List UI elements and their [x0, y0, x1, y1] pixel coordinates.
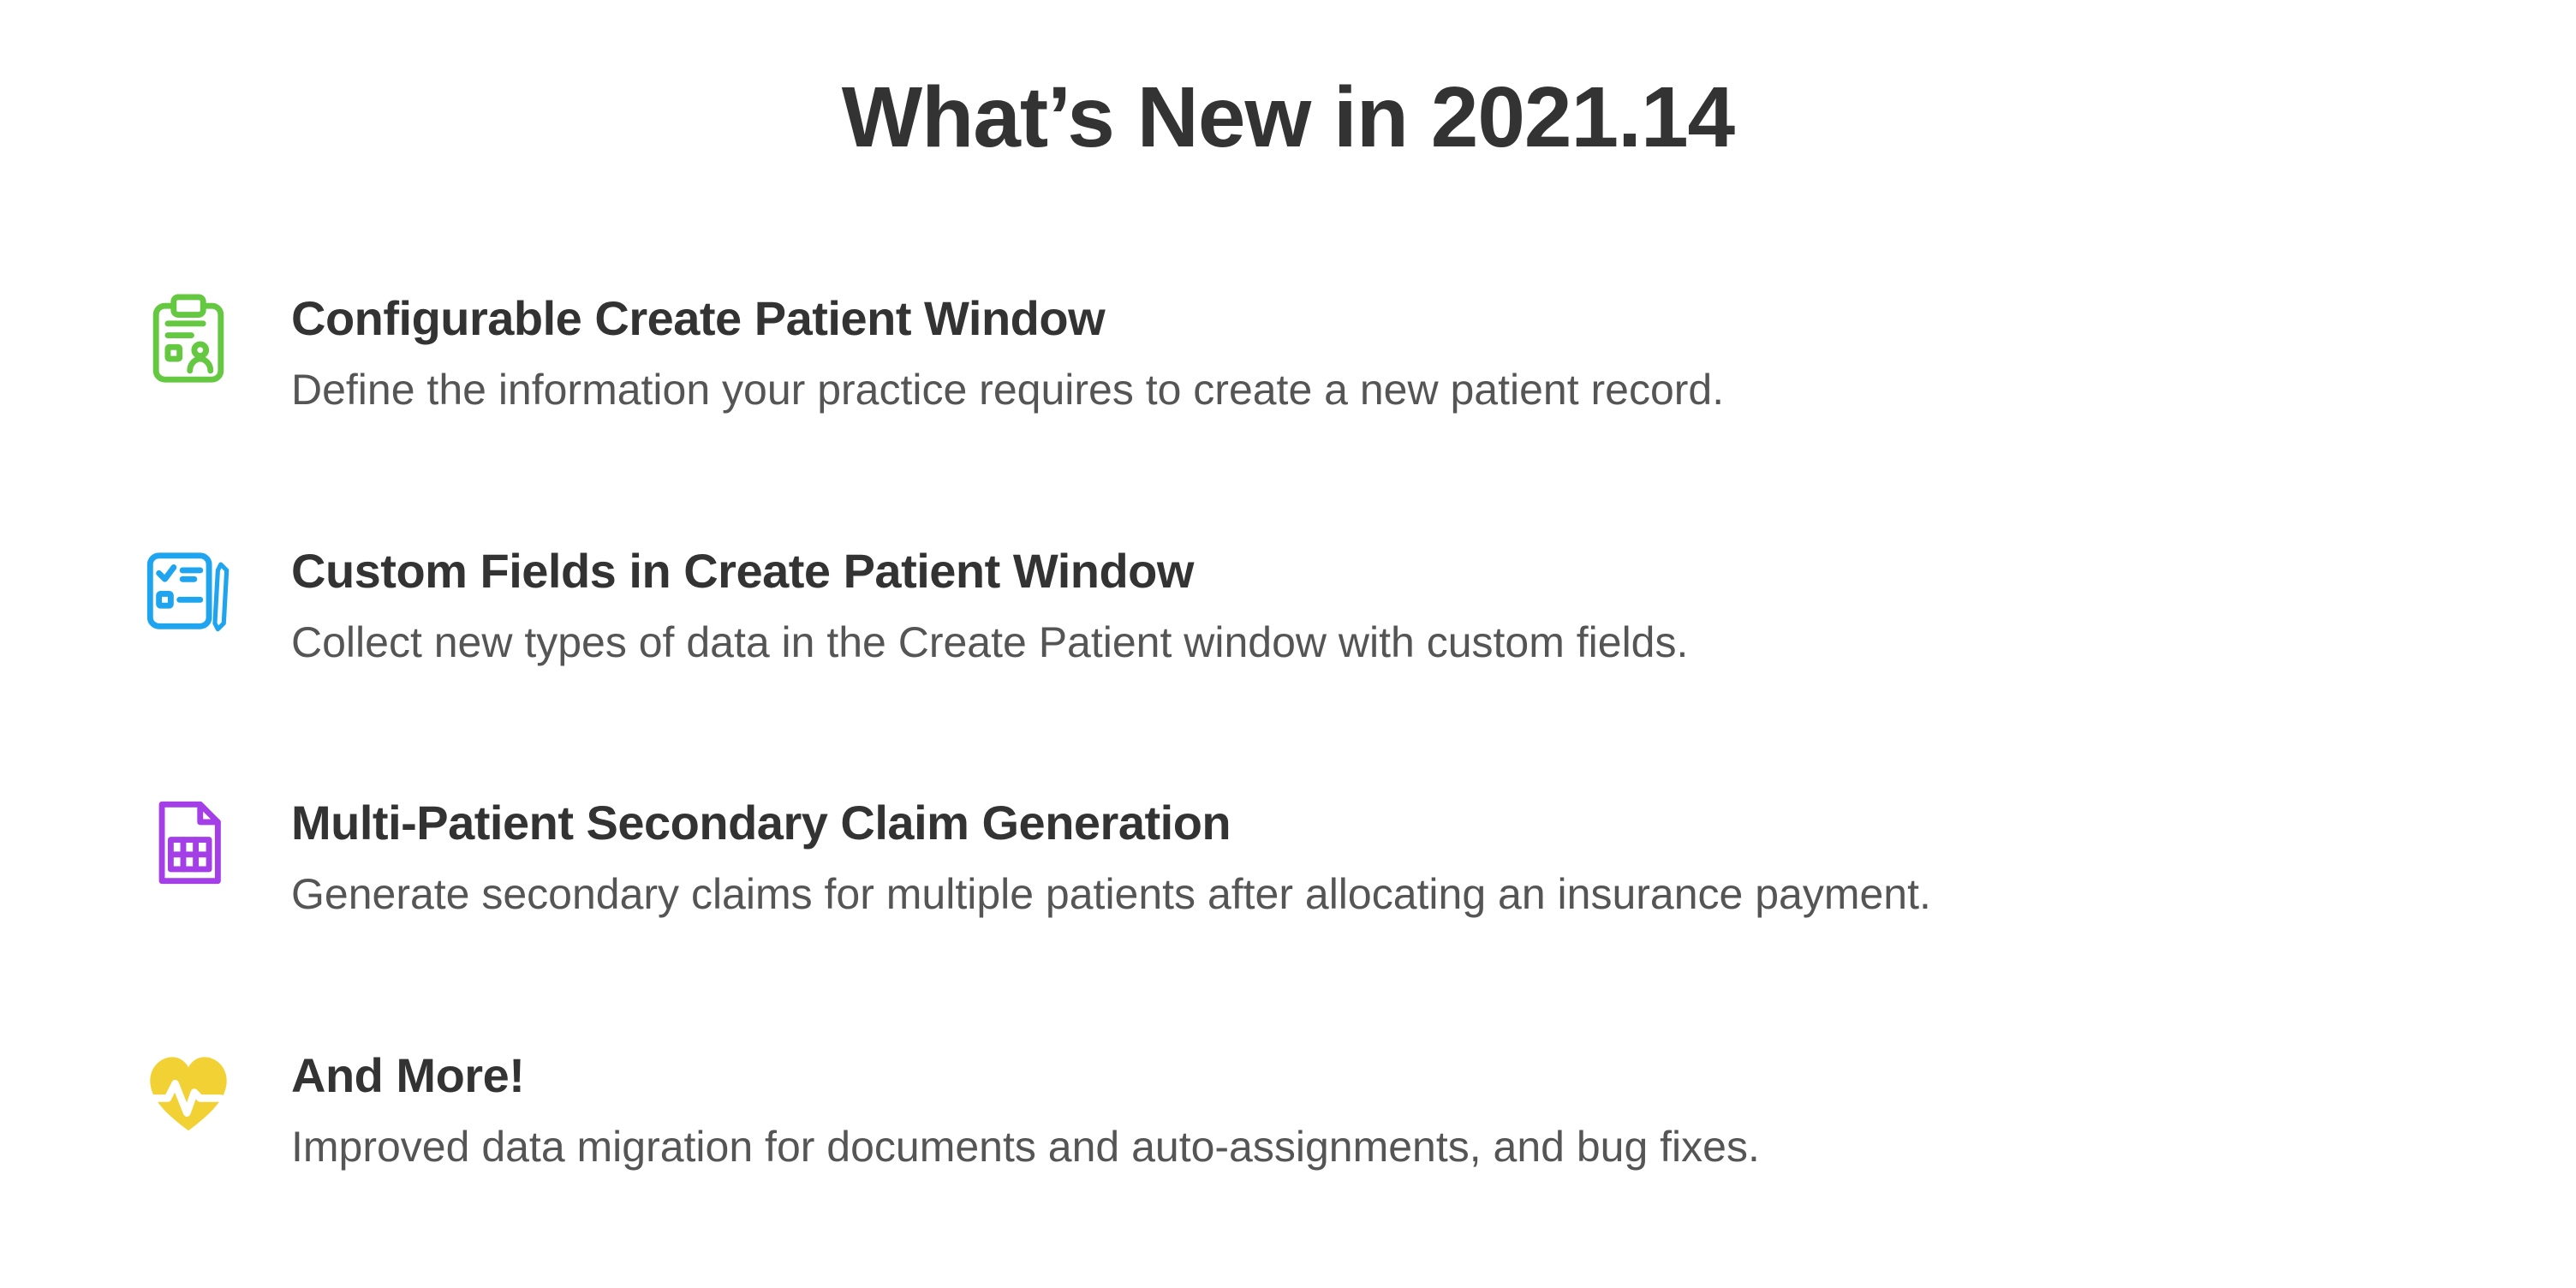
feature-item: And More! Improved data migration for do… — [137, 1044, 2439, 1177]
whats-new-page: What’s New in 2021.14 Configurable Creat… — [0, 0, 2576, 1176]
feature-list: Configurable Create Patient Window Defin… — [137, 287, 2439, 1176]
feature-item: Custom Fields in Create Patient Window C… — [137, 540, 2439, 672]
feature-text: Multi-Patient Secondary Claim Generation… — [291, 791, 2439, 924]
spreadsheet-icon — [137, 791, 240, 894]
feature-description: Collect new types of data in the Create … — [291, 614, 2439, 672]
feature-item: Configurable Create Patient Window Defin… — [137, 287, 2439, 420]
feature-title: And More! — [291, 1047, 2439, 1103]
feature-title: Custom Fields in Create Patient Window — [291, 543, 2439, 599]
feature-description: Generate secondary claims for multiple p… — [291, 866, 2439, 924]
feature-text: Configurable Create Patient Window Defin… — [291, 287, 2439, 420]
feature-description: Define the information your practice req… — [291, 361, 2439, 420]
feature-title: Configurable Create Patient Window — [291, 290, 2439, 346]
heart-pulse-icon — [137, 1044, 240, 1147]
feature-item: Multi-Patient Secondary Claim Generation… — [137, 791, 2439, 924]
feature-description: Improved data migration for documents an… — [291, 1118, 2439, 1177]
page-title: What’s New in 2021.14 — [137, 69, 2439, 167]
feature-title: Multi-Patient Secondary Claim Generation — [291, 795, 2439, 850]
feature-text: And More! Improved data migration for do… — [291, 1044, 2439, 1177]
checklist-pencil-icon — [137, 540, 240, 642]
clipboard-person-icon — [137, 287, 240, 390]
feature-text: Custom Fields in Create Patient Window C… — [291, 540, 2439, 672]
